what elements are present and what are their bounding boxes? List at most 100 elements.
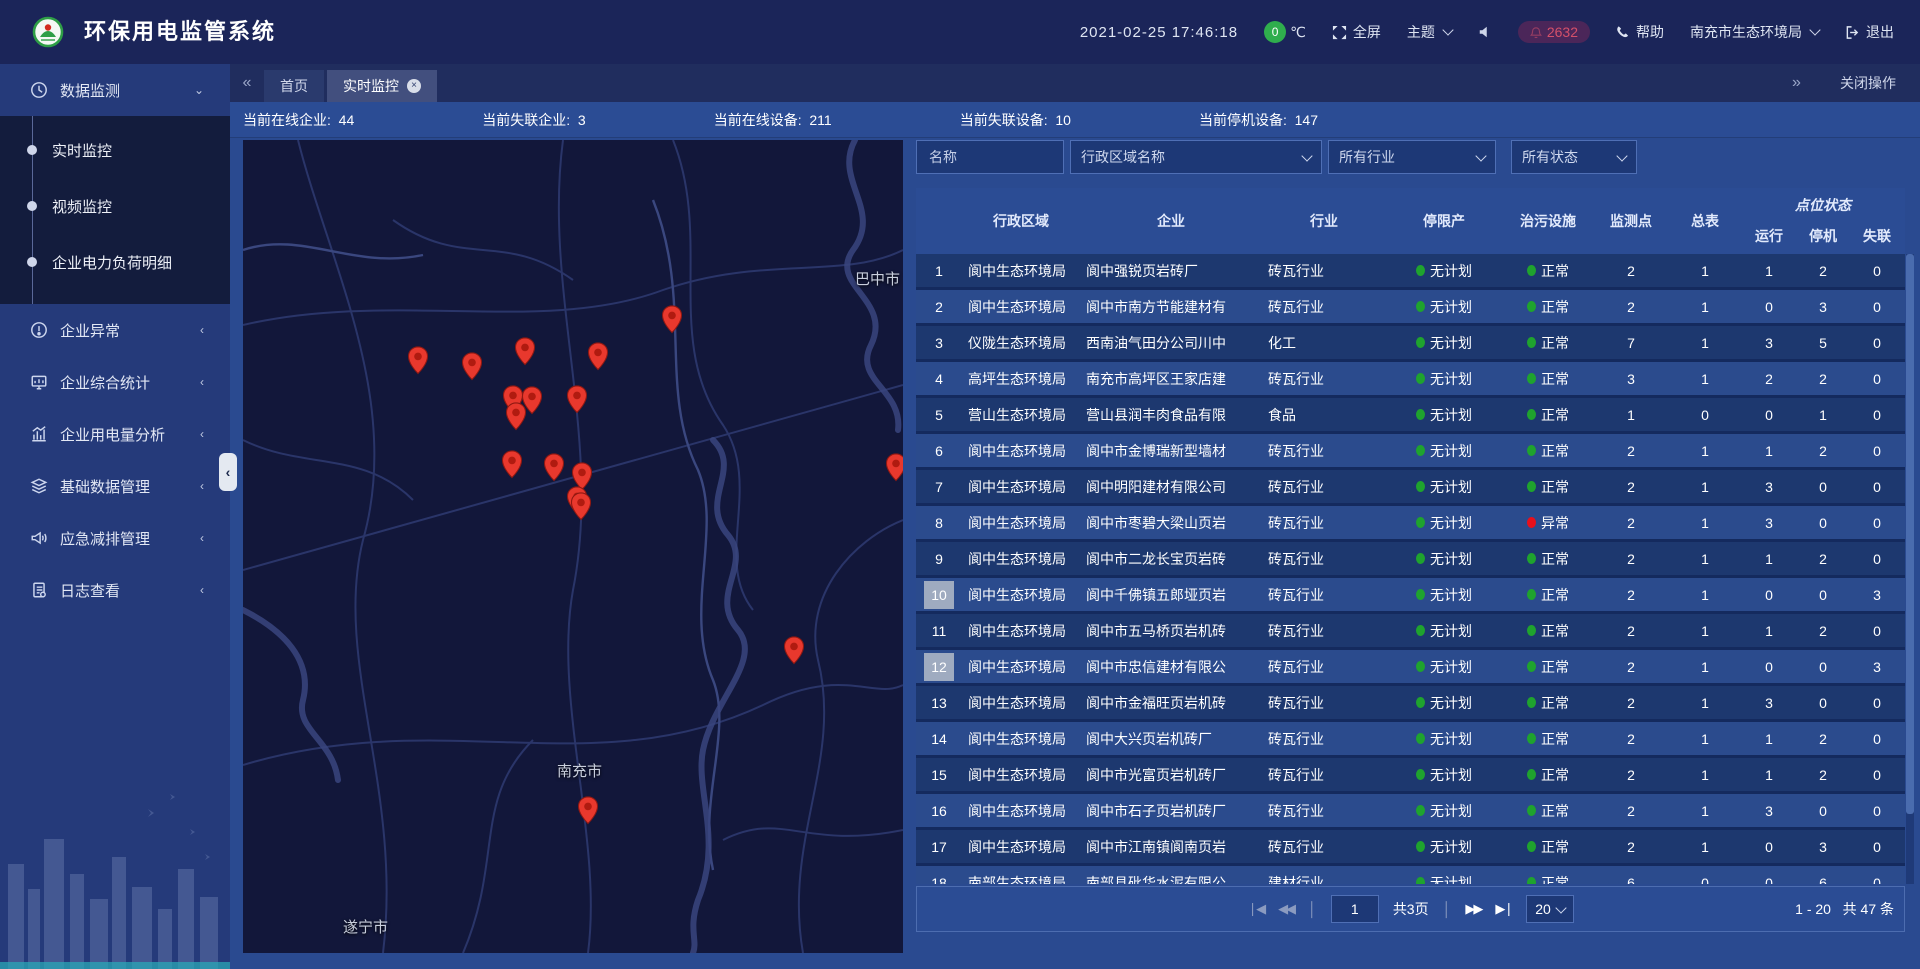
- close-operations-button[interactable]: 关闭操作: [1840, 73, 1896, 93]
- name-filter[interactable]: [916, 140, 1064, 174]
- sidebar-item-7[interactable]: 日志查看‹: [0, 564, 230, 616]
- table-row[interactable]: 2阆中生态环境局阆中市南方节能建材有砖瓦行业无计划正常21030: [916, 290, 1905, 323]
- sidebar-subitem[interactable]: 视频监控: [0, 178, 230, 234]
- map-pin-icon[interactable]: [587, 342, 609, 376]
- status-filter-select[interactable]: 所有状态: [1511, 140, 1637, 174]
- sidebar-item-1[interactable]: 数据监测⌄: [0, 64, 230, 116]
- cell-limit: 无计划: [1386, 297, 1502, 317]
- tabs: 首页实时监控×: [264, 70, 440, 102]
- table-row[interactable]: 8阆中生态环境局阆中市枣碧大梁山页岩砖瓦行业无计划异常21300: [916, 506, 1905, 539]
- map-pin-icon[interactable]: [543, 453, 565, 487]
- cell-offline: 3: [1850, 587, 1904, 603]
- table-row[interactable]: 11阆中生态环境局阆中市五马桥页岩机砖砖瓦行业无计划正常21120: [916, 614, 1905, 647]
- map-pin-icon[interactable]: [501, 450, 523, 484]
- map-panel[interactable]: 巴中市南充市遂宁市: [243, 140, 903, 953]
- map-pin-icon[interactable]: [566, 385, 588, 419]
- theme-dropdown[interactable]: 主题: [1407, 22, 1452, 42]
- table-row[interactable]: 5营山生态环境局营山县润丰肉食品有限食品无计划正常10010: [916, 398, 1905, 431]
- table-row[interactable]: 7阆中生态环境局阆中明阳建材有限公司砖瓦行业无计划正常21300: [916, 470, 1905, 503]
- scrollbar-thumb[interactable]: [1906, 254, 1914, 814]
- page-number-input[interactable]: 1: [1331, 895, 1379, 923]
- help-button[interactable]: 帮助: [1616, 22, 1664, 42]
- map-pin-icon[interactable]: [570, 492, 592, 526]
- map-pin-icon[interactable]: [783, 636, 805, 670]
- cell-company: 阆中市忠信建材有限公: [1080, 657, 1262, 677]
- stats-bar: 当前在线企业: 44当前失联企业: 3当前在线设备: 211当前失联设备: 10…: [230, 102, 1920, 138]
- industry-filter-select[interactable]: 所有行业: [1328, 140, 1496, 174]
- logout-button[interactable]: 退出: [1845, 22, 1894, 42]
- org-dropdown[interactable]: 南充市生态环境局: [1690, 22, 1819, 42]
- app-root: 环保用电监管系统 2021-02-25 17:46:18 0 ℃ 全屏 主题: [0, 0, 1920, 969]
- chart-icon: [30, 425, 48, 443]
- table-row[interactable]: 16阆中生态环境局阆中市石子页岩机砖厂砖瓦行业无计划正常21300: [916, 794, 1905, 827]
- table-row[interactable]: 18南部生态环境局南部县砒华水泥有限公建材行业无计划正常60060: [916, 866, 1905, 884]
- row-index: 9: [916, 551, 962, 567]
- map-pin-icon[interactable]: [407, 346, 429, 380]
- last-page-icon[interactable]: ▶❘: [1495, 901, 1512, 917]
- cell-limit: 无计划: [1386, 441, 1502, 461]
- cell-company: 阆中强锐页岩砖厂: [1080, 261, 1262, 281]
- cell-facility: 正常: [1502, 441, 1594, 461]
- cell-offline: 0: [1850, 299, 1904, 315]
- cell-points: 2: [1594, 659, 1668, 675]
- cell-offline: 0: [1850, 479, 1904, 495]
- region-filter-select[interactable]: 行政区域名称: [1070, 140, 1322, 174]
- cell-company: 阆中市枣碧大梁山页岩: [1080, 513, 1262, 533]
- cell-company: 南充市高坪区王家店建: [1080, 369, 1262, 389]
- table-row[interactable]: 3仪陇生态环境局西南油气田分公司川中化工无计划正常71350: [916, 326, 1905, 359]
- table-row[interactable]: 17阆中生态环境局阆中市江南镇阆南页岩砖瓦行业无计划正常21030: [916, 830, 1905, 863]
- cell-offline: 0: [1850, 551, 1904, 567]
- tabs-scroll-left-icon[interactable]: «: [230, 64, 264, 102]
- cell-industry: 砖瓦行业: [1262, 693, 1386, 713]
- cell-company: 阆中市江南镇阆南页岩: [1080, 837, 1262, 857]
- prev-page-icon[interactable]: ◀◀: [1278, 901, 1294, 917]
- map-pin-icon[interactable]: [577, 796, 599, 830]
- sidebar-subitem[interactable]: 企业电力负荷明细: [0, 234, 230, 290]
- table-row[interactable]: 15阆中生态环境局阆中市光富页岩机砖厂砖瓦行业无计划正常21120: [916, 758, 1905, 791]
- tab-实时监控[interactable]: 实时监控×: [327, 70, 437, 102]
- sidebar-item-6[interactable]: 应急减排管理‹: [0, 512, 230, 564]
- cell-running: 1: [1742, 767, 1796, 783]
- tab-首页[interactable]: 首页: [264, 70, 324, 102]
- table-row[interactable]: 13阆中生态环境局阆中市金福旺页岩机砖砖瓦行业无计划正常21300: [916, 686, 1905, 719]
- page-size-select[interactable]: 20: [1526, 895, 1574, 923]
- first-page-icon[interactable]: ❘◀: [1247, 901, 1264, 917]
- map-pin-icon[interactable]: [514, 337, 536, 371]
- next-page-icon[interactable]: ▶▶: [1465, 901, 1481, 917]
- map-city-label: 遂宁市: [343, 916, 388, 937]
- cell-company: 阆中大兴页岩机砖厂: [1080, 729, 1262, 749]
- table-row[interactable]: 14阆中生态环境局阆中大兴页岩机砖厂砖瓦行业无计划正常21120: [916, 722, 1905, 755]
- sidebar-subitem[interactable]: 实时监控: [0, 122, 230, 178]
- table-row[interactable]: 6阆中生态环境局阆中市金博瑞新型墙材砖瓦行业无计划正常21120: [916, 434, 1905, 467]
- table-row[interactable]: 12阆中生态环境局阆中市忠信建材有限公砖瓦行业无计划正常21003: [916, 650, 1905, 683]
- sidebar-collapse-button[interactable]: ‹: [219, 453, 237, 491]
- mute-button[interactable]: [1478, 25, 1492, 39]
- notification-badge[interactable]: 2632: [1518, 21, 1590, 43]
- app-logo-icon: [32, 16, 64, 48]
- sidebar-item-4[interactable]: 企业用电量分析‹: [0, 408, 230, 460]
- table-row[interactable]: 1阆中生态环境局阆中强锐页岩砖厂砖瓦行业无计划正常21120: [916, 254, 1905, 287]
- table-row[interactable]: 4高坪生态环境局南充市高坪区王家店建砖瓦行业无计划正常31220: [916, 362, 1905, 395]
- table-row[interactable]: 10阆中生态环境局阆中千佛镇五郎垭页岩砖瓦行业无计划正常21003: [916, 578, 1905, 611]
- close-icon[interactable]: ×: [407, 79, 421, 93]
- sidebar-item-5[interactable]: 基础数据管理‹: [0, 460, 230, 512]
- logout-icon: [1845, 25, 1860, 40]
- sidebar-item-3[interactable]: 企业综合统计‹: [0, 356, 230, 408]
- map-pin-icon[interactable]: [461, 352, 483, 386]
- table-row[interactable]: 9阆中生态环境局阆中市二龙长宝页岩砖砖瓦行业无计划正常21120: [916, 542, 1905, 575]
- fullscreen-button[interactable]: 全屏: [1332, 22, 1381, 42]
- cell-stopped: 0: [1796, 515, 1850, 531]
- cell-stopped: 2: [1796, 551, 1850, 567]
- cell-stopped: 3: [1796, 839, 1850, 855]
- sidebar-item-2[interactable]: 企业异常‹: [0, 304, 230, 356]
- tabs-scroll-right-icon[interactable]: »: [1778, 64, 1812, 102]
- map-pin-icon[interactable]: [505, 402, 527, 436]
- cell-industry: 砖瓦行业: [1262, 837, 1386, 857]
- name-filter-input[interactable]: [927, 148, 1053, 166]
- cell-limit: 无计划: [1386, 621, 1502, 641]
- row-index: 17: [916, 839, 962, 855]
- cell-industry: 砖瓦行业: [1262, 729, 1386, 749]
- map-pin-icon[interactable]: [885, 453, 903, 487]
- table-scrollbar[interactable]: [1906, 254, 1914, 884]
- map-pin-icon[interactable]: [661, 305, 683, 339]
